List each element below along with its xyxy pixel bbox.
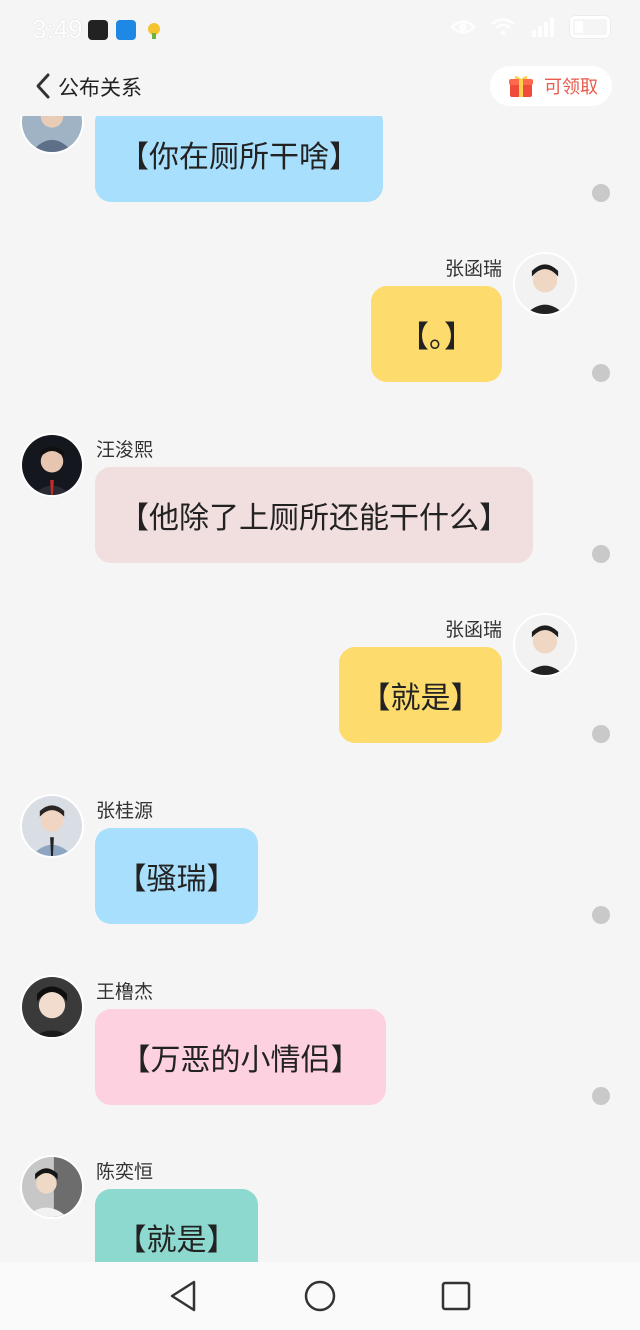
system-navigation-bar <box>0 1262 640 1330</box>
message-text: 【骚瑞】 <box>116 862 237 897</box>
chat-header: 公布关系 可领取 <box>0 60 640 116</box>
message-bubble[interactable]: 【就是】 <box>339 647 502 743</box>
page-title[interactable]: 公布关系 <box>58 72 142 102</box>
recents-square-icon[interactable] <box>438 1278 474 1314</box>
avatar[interactable] <box>513 252 577 316</box>
home-circle-icon[interactable] <box>302 1278 338 1314</box>
message-text: 【。】 <box>399 320 474 355</box>
message-text: 【就是】 <box>116 1223 237 1258</box>
avatar[interactable] <box>20 116 84 154</box>
chat-message-list[interactable]: 【你在厕所干啥】 张函瑞 【。】 汪浚熙 【他除了上厕所还能干什么】 张函瑞 【… <box>0 116 640 1262</box>
wifi-icon <box>491 18 515 36</box>
search-app-notification-icon <box>116 20 136 40</box>
battery-icon <box>570 16 610 38</box>
sender-name: 王橹杰 <box>96 981 154 1003</box>
message-status-dot <box>592 184 610 202</box>
status-time: 3:49 <box>32 14 83 44</box>
reward-claim-button[interactable]: 可领取 <box>490 66 612 106</box>
avatar[interactable] <box>20 975 84 1039</box>
message-text: 【你在厕所干啥】 <box>119 140 359 175</box>
message-status-dot <box>592 545 610 563</box>
avatar[interactable] <box>20 1155 84 1219</box>
message-bubble[interactable]: 【骚瑞】 <box>95 828 258 924</box>
avatar[interactable] <box>513 613 577 677</box>
status-indicators <box>450 16 610 38</box>
sender-name: 张函瑞 <box>444 258 502 280</box>
back-triangle-icon[interactable] <box>166 1278 202 1314</box>
app-notification-icon <box>144 20 164 40</box>
sender-name: 陈奕恒 <box>96 1161 154 1183</box>
reward-label: 可领取 <box>544 77 598 98</box>
status-bar: 3:49 <box>0 0 640 60</box>
chevron-left-icon[interactable] <box>34 72 52 100</box>
message-bubble[interactable]: 【。】 <box>371 286 502 382</box>
sender-name: 张函瑞 <box>444 619 502 641</box>
message-bubble[interactable]: 【他除了上厕所还能干什么】 <box>95 467 533 563</box>
gift-icon <box>509 76 533 97</box>
message-bubble[interactable]: 【你在厕所干啥】 <box>95 116 383 202</box>
message-text: 【就是】 <box>360 681 481 716</box>
message-bubble[interactable]: 【万恶的小情侣】 <box>95 1009 386 1105</box>
message-status-dot <box>592 364 610 382</box>
message-status-dot <box>592 725 610 743</box>
sender-name: 张桂源 <box>96 800 154 822</box>
avatar[interactable] <box>20 433 84 497</box>
message-text: 【他除了上厕所还能干什么】 <box>119 501 509 536</box>
message-status-dot <box>592 1087 610 1105</box>
eye-icon <box>450 20 476 34</box>
message-status-dot <box>592 906 610 924</box>
signal-icon <box>532 18 554 37</box>
sender-name: 汪浚熙 <box>96 439 154 461</box>
message-bubble[interactable]: 【就是】 <box>95 1189 258 1262</box>
message-text: 【万恶的小情侣】 <box>120 1043 361 1078</box>
app-notification-icon <box>88 20 108 40</box>
avatar[interactable] <box>20 794 84 858</box>
